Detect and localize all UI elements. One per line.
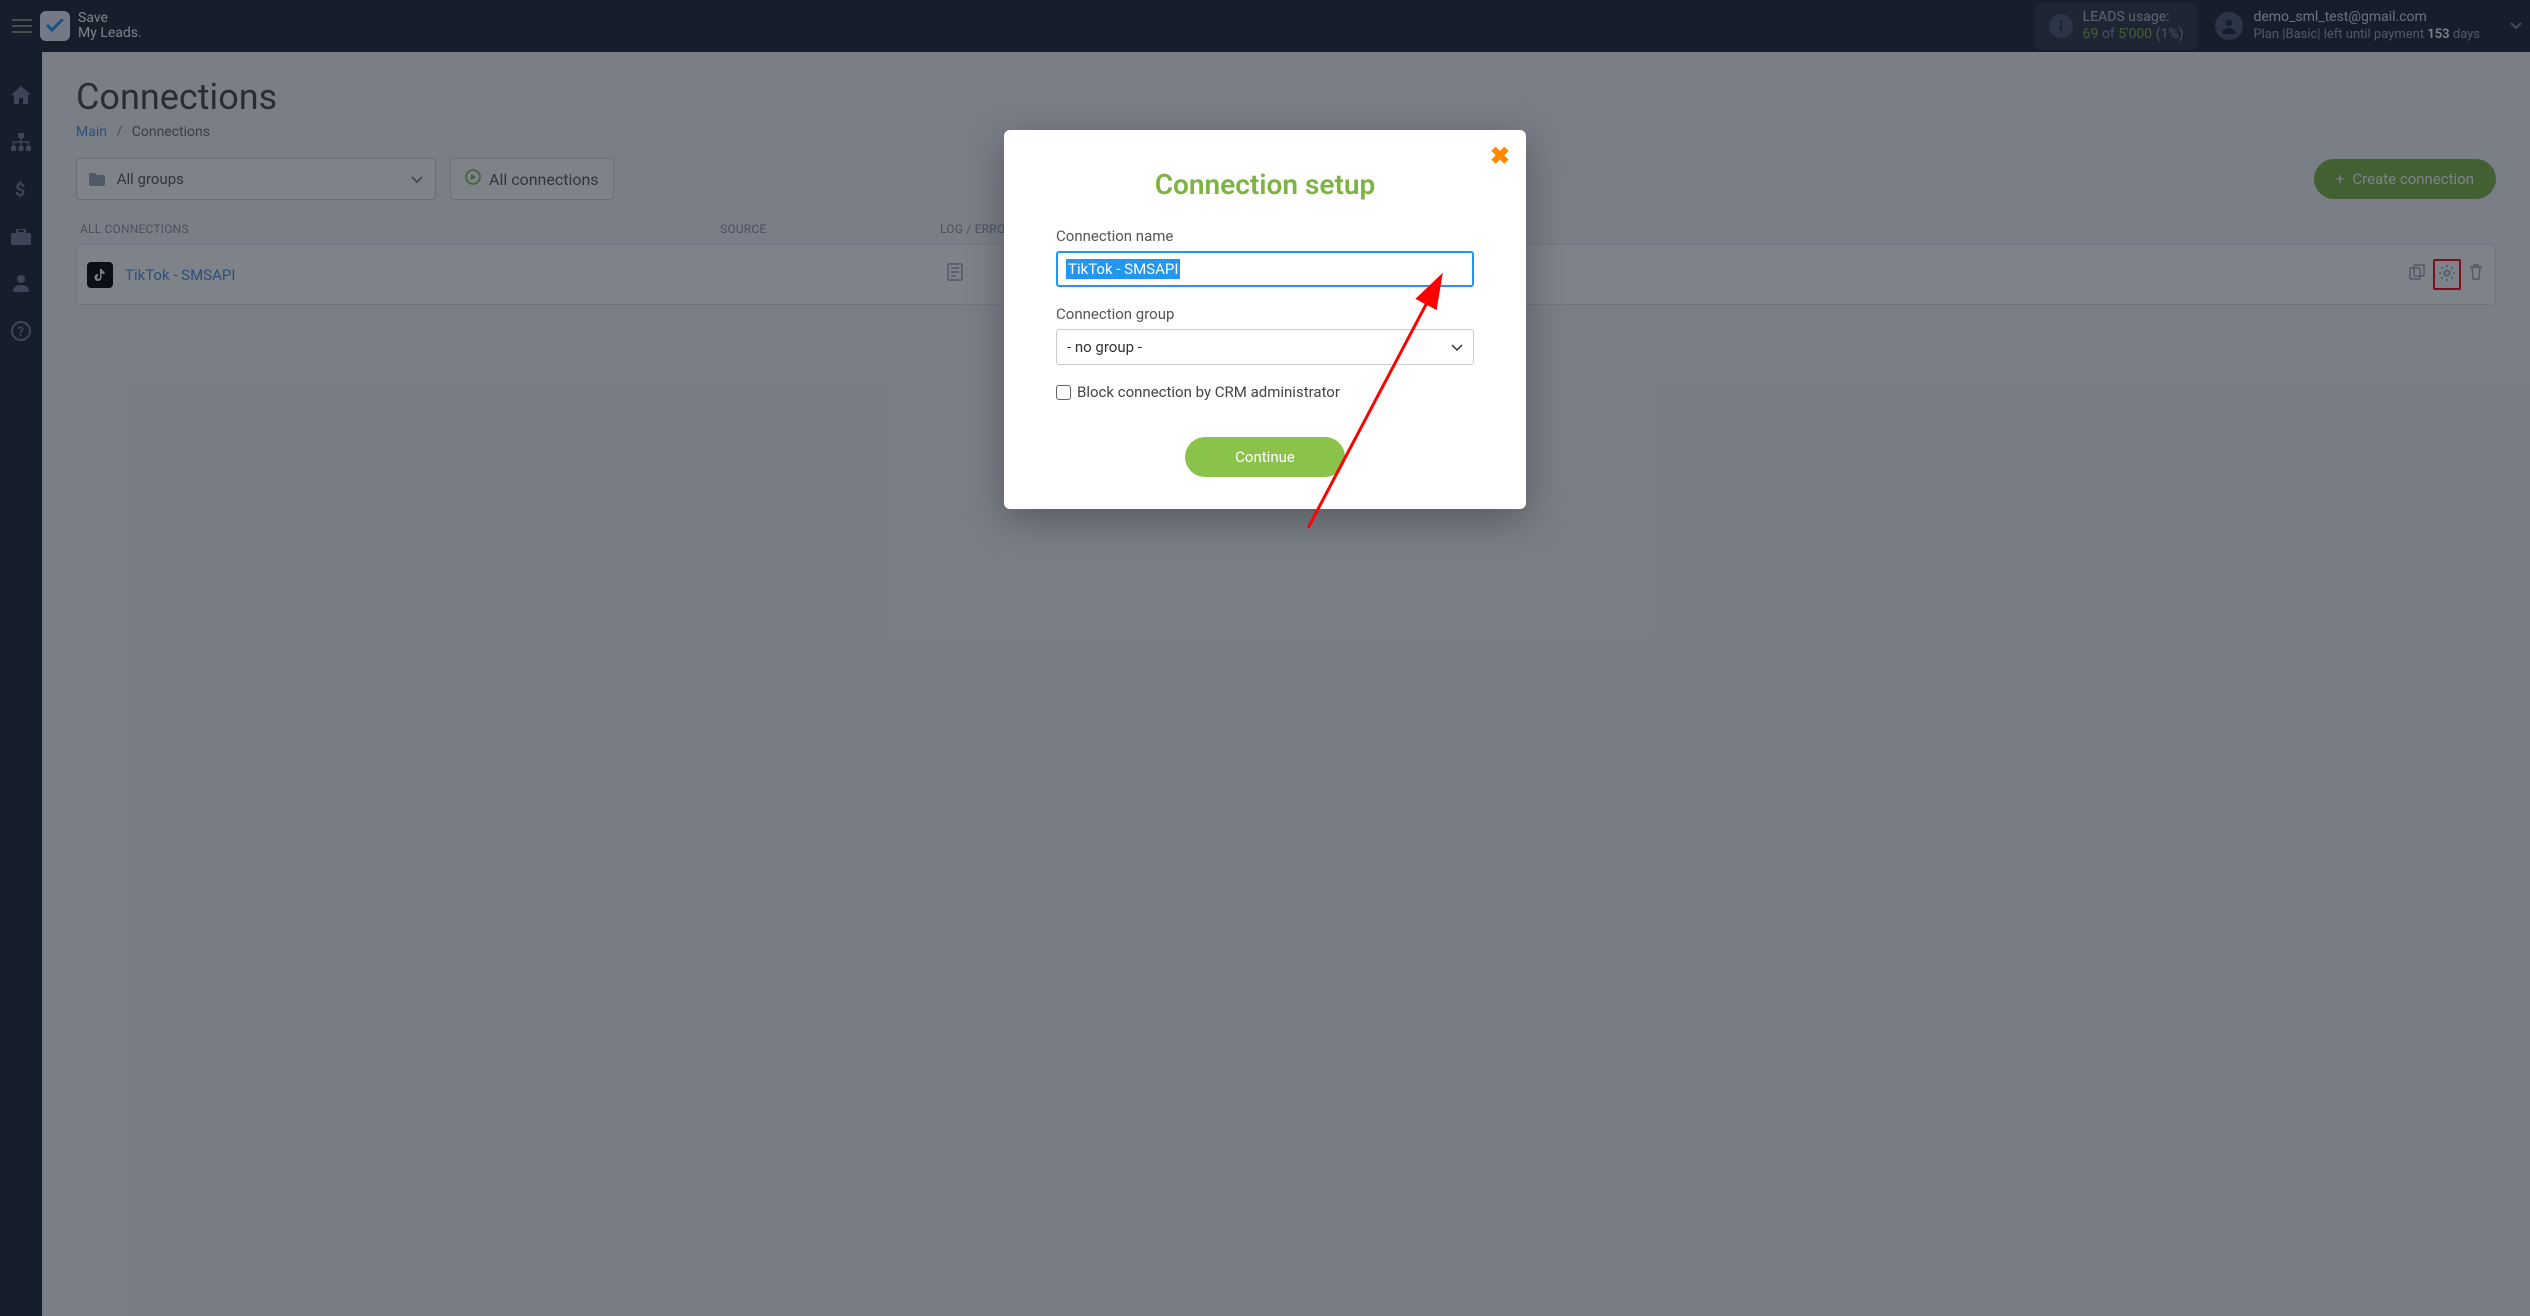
group-label: Connection group — [1056, 305, 1474, 323]
connection-name-input[interactable]: TikTok - SMSAPI — [1056, 251, 1474, 287]
block-label: Block connection by CRM administrator — [1077, 383, 1340, 401]
connection-group-select[interactable]: - no group - — [1056, 329, 1474, 365]
continue-button[interactable]: Continue — [1185, 437, 1345, 477]
close-icon[interactable]: ✖ — [1490, 142, 1510, 170]
chevron-down-icon — [1451, 338, 1463, 356]
name-label: Connection name — [1056, 227, 1474, 245]
block-checkbox[interactable] — [1056, 385, 1071, 400]
modal-title: Connection setup — [1056, 168, 1474, 201]
connection-setup-modal: ✖ Connection setup Connection name TikTo… — [1004, 130, 1526, 509]
